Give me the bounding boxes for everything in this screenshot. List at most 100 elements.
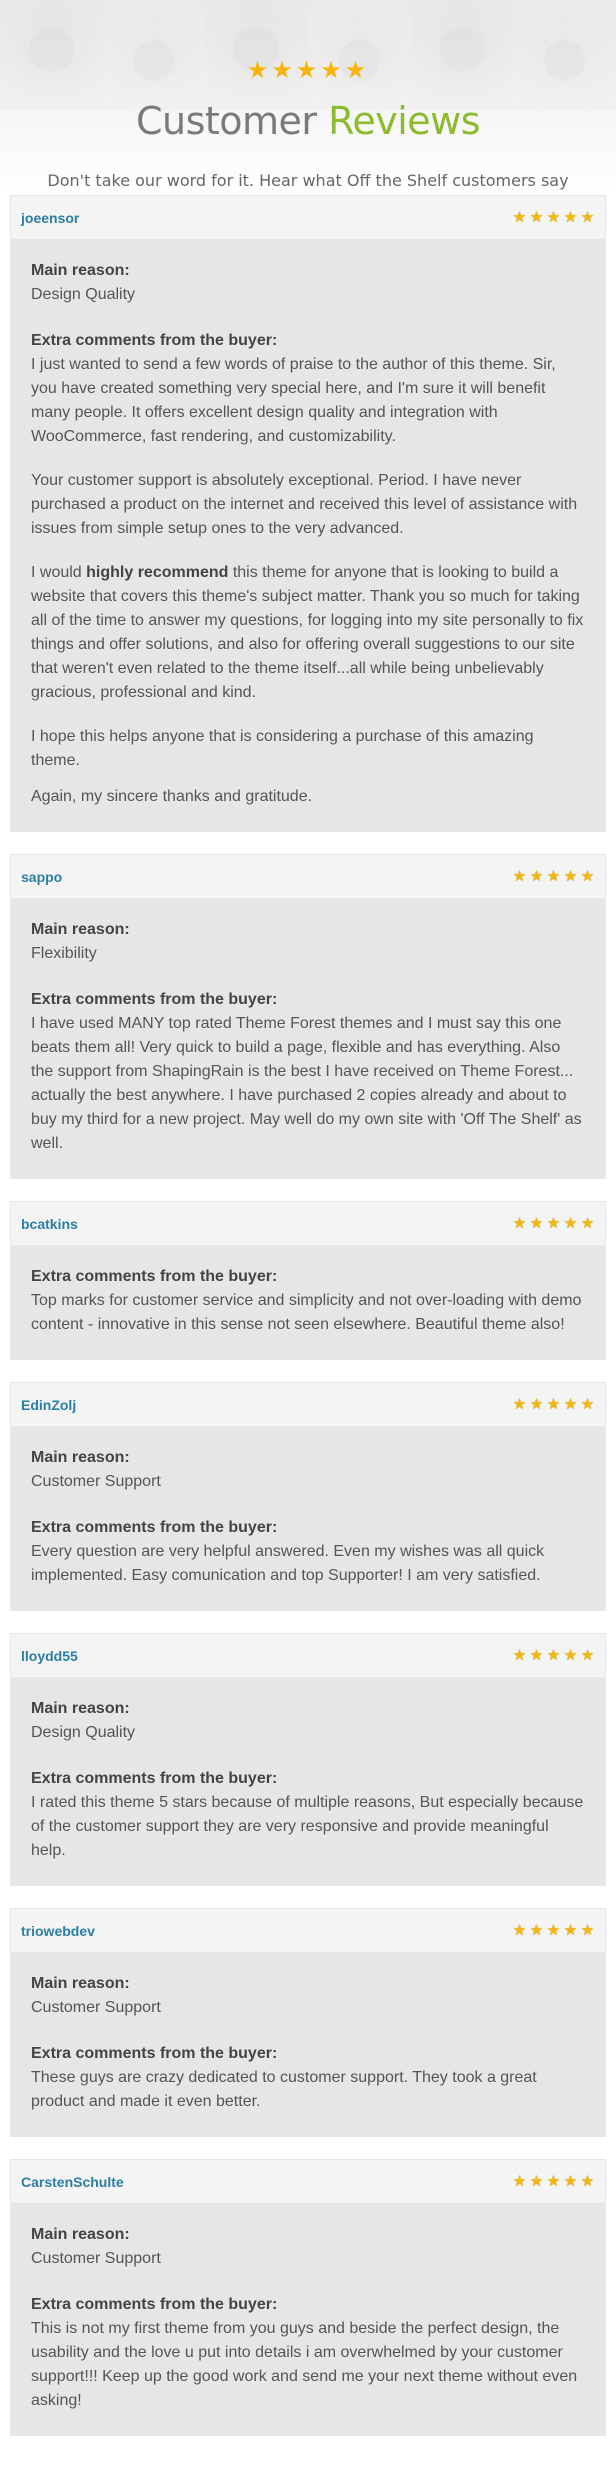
- header-rating-stars: ★★★★★: [246, 57, 370, 84]
- review-body: Extra comments from the buyer: Top marks …: [11, 1245, 605, 1359]
- review-body: Main reason: Customer Support Extra commen…: [11, 1952, 605, 2136]
- main-reason-label: Main reason:: [31, 1975, 130, 1992]
- star-icon: ★: [512, 1922, 527, 1939]
- review-comment-paragraph: I would highly recommend this theme for …: [31, 564, 584, 701]
- review-rating: ★ ★ ★ ★ ★: [512, 869, 595, 884]
- review-body: Main reason: Customer Support Extra commen…: [11, 2203, 605, 2435]
- review-rating: ★ ★ ★ ★ ★: [512, 1923, 595, 1938]
- review-author-link[interactable]: lloydd55: [21, 1648, 78, 1664]
- review-comment-paragraph: This is not my first theme from you guys…: [31, 2320, 578, 2409]
- review-rating: ★ ★ ★ ★ ★: [512, 2174, 595, 2189]
- review-comment-paragraph: Every question are very helpful answered…: [31, 1543, 545, 1584]
- review-header: bcatkins ★ ★ ★ ★ ★: [11, 1202, 605, 1245]
- extra-comments-block: Extra comments from the buyer: Every ques…: [31, 1516, 585, 1588]
- main-reason-label: Main reason:: [31, 262, 130, 279]
- star-icon: ★: [512, 868, 527, 885]
- review-comment-paragraph: Top marks for customer service and simpl…: [31, 1292, 582, 1333]
- review-header: triowebdev ★ ★ ★ ★ ★: [11, 1909, 605, 1952]
- star-icon: ★: [580, 1215, 595, 1232]
- review-body: Main reason: Flexibility Extra comments fr…: [11, 898, 605, 1178]
- review-comment-paragraph: These guys are crazy dedicated to custom…: [31, 2069, 537, 2110]
- extra-comments-label: Extra comments from the buyer:: [31, 2296, 278, 2313]
- star-icon: ★: [580, 868, 595, 885]
- star-icon: ★: [512, 2173, 527, 2190]
- main-reason-block: Main reason: Flexibility: [31, 918, 585, 966]
- review-card: joeensor ★ ★ ★ ★ ★ Main reason: Design Quality E…: [10, 195, 606, 832]
- main-reason-block: Main reason: Customer Support: [31, 2223, 585, 2271]
- star-icon: ★: [529, 1922, 544, 1939]
- star-icon: ★: [529, 1647, 544, 1664]
- review-author-link[interactable]: sappo: [21, 869, 62, 885]
- review-header: sappo ★ ★ ★ ★ ★: [11, 855, 605, 898]
- star-icon: ★: [580, 1647, 595, 1664]
- main-reason-value: Customer Support: [31, 1473, 161, 1490]
- main-reason-label: Main reason:: [31, 921, 130, 938]
- review-comment-paragraph: I hope this helps anyone that is conside…: [31, 728, 534, 769]
- extra-comments-block: Extra comments from the buyer: I rated th…: [31, 1767, 585, 1863]
- review-rating: ★ ★ ★ ★ ★: [512, 1216, 595, 1231]
- star-icon: ★: [580, 209, 595, 226]
- star-icon: ★: [546, 1647, 561, 1664]
- star-icon: ★: [546, 209, 561, 226]
- star-icon: ★: [529, 2173, 544, 2190]
- main-reason-label: Main reason:: [31, 2226, 130, 2243]
- star-icon: ★: [529, 209, 544, 226]
- review-author-link[interactable]: joeensor: [21, 210, 79, 226]
- review-header: CarstenSchulte ★ ★ ★ ★ ★: [11, 2160, 605, 2203]
- star-icon: ★: [563, 1647, 578, 1664]
- review-rating: ★ ★ ★ ★ ★: [512, 1397, 595, 1412]
- review-card: sappo ★ ★ ★ ★ ★ Main reason: Flexibility Extra c…: [10, 854, 606, 1179]
- main-reason-value: Customer Support: [31, 1999, 161, 2016]
- star-icon: ★: [546, 1922, 561, 1939]
- star-icon: ★: [512, 1215, 527, 1232]
- main-reason-label: Main reason:: [31, 1700, 130, 1717]
- review-body: Main reason: Design Quality Extra comments…: [11, 1677, 605, 1885]
- star-icon: ★: [512, 1647, 527, 1664]
- review-body: Main reason: Design Quality Extra comments…: [11, 239, 605, 831]
- extra-comments-block: Extra comments from the buyer: I just wan…: [31, 329, 585, 809]
- extra-comments-block: Extra comments from the buyer: This is no…: [31, 2293, 585, 2413]
- star-icon: ★: [563, 1215, 578, 1232]
- review-card: lloydd55 ★ ★ ★ ★ ★ Main reason: Design Quality E…: [10, 1633, 606, 1886]
- extra-comments-block: Extra comments from the buyer: These guys…: [31, 2042, 585, 2114]
- review-comment-paragraph: I just wanted to send a few words of pra…: [31, 356, 556, 445]
- star-icon: ★: [512, 1396, 527, 1413]
- main-reason-value: Customer Support: [31, 2250, 161, 2267]
- star-icon: ★: [546, 1396, 561, 1413]
- review-comment-paragraph: Again, my sincere thanks and gratitude.: [31, 788, 313, 805]
- review-author-link[interactable]: triowebdev: [21, 1923, 95, 1939]
- extra-comments-label: Extra comments from the buyer:: [31, 1268, 278, 1285]
- star-icon: ★: [563, 1922, 578, 1939]
- extra-comments-label: Extra comments from the buyer:: [31, 1770, 278, 1787]
- review-comment-paragraph: I have used MANY top rated Theme Forest …: [31, 1015, 582, 1152]
- star-icon: ★: [580, 2173, 595, 2190]
- review-card: triowebdev ★ ★ ★ ★ ★ Main reason: Customer Supp…: [10, 1908, 606, 2137]
- review-author-link[interactable]: EdinZolj: [21, 1397, 76, 1413]
- main-reason-block: Main reason: Design Quality: [31, 1697, 585, 1745]
- star-icon: ★: [512, 209, 527, 226]
- star-icon: ★: [580, 1396, 595, 1413]
- extra-comments-block: Extra comments from the buyer: I have use…: [31, 988, 585, 1156]
- review-card: bcatkins ★ ★ ★ ★ ★ Extra comments from the buy…: [10, 1201, 606, 1360]
- star-icon: ★: [580, 1922, 595, 1939]
- main-reason-block: Main reason: Customer Support: [31, 1972, 585, 2020]
- star-icon: ★: [529, 1215, 544, 1232]
- review-list: joeensor ★ ★ ★ ★ ★ Main reason: Design Quality E…: [0, 195, 616, 2468]
- star-icon: ★: [563, 209, 578, 226]
- main-reason-value: Flexibility: [31, 945, 97, 962]
- page-title: Customer Reviews: [0, 99, 616, 143]
- extra-comments-label: Extra comments from the buyer:: [31, 2045, 278, 2062]
- review-header: joeensor ★ ★ ★ ★ ★: [11, 196, 605, 239]
- page-title-accent: Reviews: [328, 99, 481, 143]
- review-author-link[interactable]: bcatkins: [21, 1216, 78, 1232]
- star-icon: ★: [546, 868, 561, 885]
- review-comment-paragraph: Your customer support is absolutely exce…: [31, 472, 578, 537]
- extra-comments-label: Extra comments from the buyer:: [31, 991, 278, 1008]
- star-icon: ★: [563, 868, 578, 885]
- review-comment-paragraph: I rated this theme 5 stars because of mu…: [31, 1794, 584, 1859]
- extra-comments-label: Extra comments from the buyer:: [31, 1519, 278, 1536]
- extra-comments-block: Extra comments from the buyer: Top marks …: [31, 1265, 585, 1337]
- star-icon: ★: [529, 868, 544, 885]
- review-author-link[interactable]: CarstenSchulte: [21, 2174, 124, 2190]
- review-rating: ★ ★ ★ ★ ★: [512, 210, 595, 225]
